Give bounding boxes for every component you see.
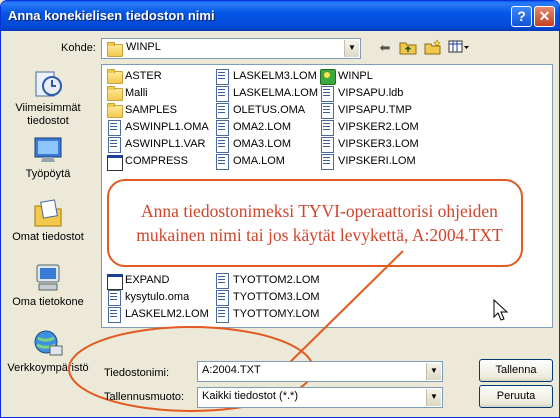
filetype-label: Tallennusmuoto: [104,391,185,403]
filetype-dropdown[interactable]: Kaikki tiedostot (*.*) ▼ [197,387,443,408]
callout-pointer-line [278,250,404,374]
callout-annotation-overlay [68,250,404,412]
filename-input[interactable]: A:2004.TXT ▼ [197,361,443,382]
chevron-down-icon[interactable]: ▼ [426,363,441,380]
save-file-dialog: Anna konekielisen tiedoston nimi ? ✕ Koh… [0,0,560,418]
filetype-value: Kaikki tiedostot (*.*) [202,390,298,402]
chevron-down-icon[interactable]: ▼ [426,389,441,406]
save-button[interactable]: Tallenna [479,359,553,382]
cancel-button[interactable]: Peruuta [479,385,553,408]
filename-value: A:2004.TXT [202,364,261,376]
filename-label: Tiedostonimi: [104,367,170,379]
